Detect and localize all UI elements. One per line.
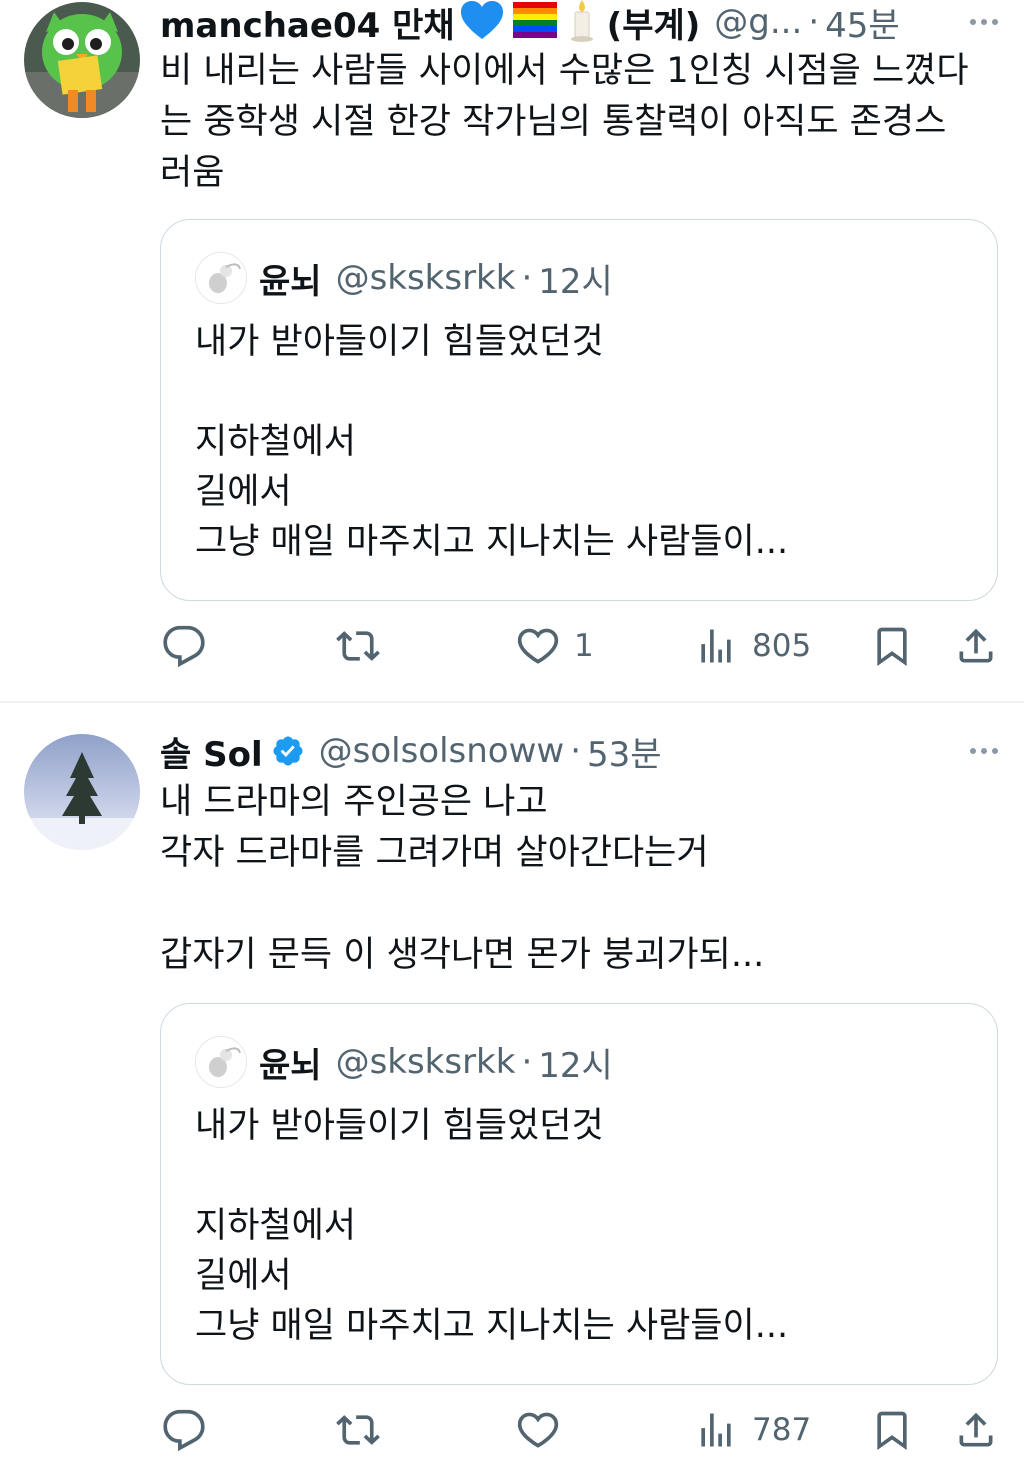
quote-handle: @sksksrkk: [335, 1042, 516, 1082]
timestamp[interactable]: 45분: [825, 0, 900, 47]
tweet-2[interactable]: 솔 Sol @solsolsnoww · 53분 내 드라마의 주인공은 나고 …: [0, 703, 1024, 1477]
tweet-header: manchae04 만채 (부계) @g... · 45분: [160, 0, 1000, 47]
repost-button[interactable]: [336, 618, 394, 674]
display-name[interactable]: 솔 Sol: [160, 727, 263, 776]
quoted-tweet[interactable]: 윤뇌 @sksksrkk · 12시 내가 받아들이기 힘들었던것 지하철에서 …: [160, 1003, 998, 1385]
reply-button[interactable]: [162, 1402, 220, 1458]
avatar-sol[interactable]: [24, 734, 140, 850]
text-line: 러움: [160, 153, 225, 193]
text-line: 내 드라마의 주인공은 나고: [160, 782, 548, 822]
view-count: 805: [752, 628, 812, 664]
share-icon: [959, 628, 993, 663]
bookmark-button[interactable]: [870, 1402, 914, 1458]
tweet-1[interactable]: manchae04 만채 (부계) @g... · 45분 비 내리는 사람들 …: [0, 0, 1024, 702]
avatar-manchae04[interactable]: [24, 2, 140, 118]
action-bar: 787: [160, 1402, 1000, 1458]
bookmark-icon: [877, 1411, 907, 1451]
reply-icon: [163, 625, 205, 668]
quote-handle: @sksksrkk: [335, 258, 516, 298]
rainbow-flag-icon: [512, 2, 557, 42]
timestamp[interactable]: 53분: [587, 727, 662, 776]
quote-text-line: 내가 받아들이기 힘들었던것: [195, 1106, 604, 1146]
views-icon: [701, 1413, 731, 1447]
quoted-tweet[interactable]: 윤뇌 @sksksrkk · 12시 내가 받아들이기 힘들었던것 지하철에서 …: [160, 219, 998, 601]
share-button[interactable]: [954, 618, 998, 674]
reply-icon: [163, 1409, 205, 1452]
separator: ·: [570, 731, 582, 771]
share-icon: [959, 1412, 993, 1447]
repost-icon: [336, 631, 380, 661]
more-icon[interactable]: [970, 731, 998, 771]
tweet-text: 비 내리는 사람들 사이에서 수많은 1인칭 시점을 느꼈다 는 중학생 시절 …: [160, 46, 1000, 199]
quote-display-name: 윤뇌: [259, 1045, 322, 1086]
repost-icon: [336, 1415, 380, 1445]
quote-avatar[interactable]: [195, 252, 247, 304]
display-name-suffix: (부계): [606, 5, 701, 46]
tweet-header: 솔 Sol @solsolsnoww · 53분: [160, 727, 1000, 776]
quote-display-name: 윤뇌: [259, 261, 322, 302]
candle-icon: [567, 0, 597, 46]
like-count: 1: [574, 628, 594, 664]
quote-text-line: 지하철에서: [195, 422, 357, 462]
tweet-text: 내 드라마의 주인공은 나고 각자 드라마를 그려가며 살아간다는거 갑자기 문…: [160, 777, 1000, 981]
user-handle[interactable]: @g...: [714, 2, 802, 42]
like-icon: [517, 1412, 559, 1448]
separator: ·: [521, 1042, 533, 1082]
text-line: 각자 드라마를 그려가며 살아간다는거: [160, 833, 709, 873]
text-line: [160, 879, 1000, 930]
quote-avatar[interactable]: [195, 1036, 247, 1088]
quote-header: 윤뇌 @sksksrkk · 12시: [195, 252, 613, 304]
quote-text-line: 길에서: [195, 1256, 292, 1296]
action-bar: 1 805: [160, 618, 1000, 674]
more-icon[interactable]: [970, 2, 998, 42]
views-button[interactable]: 805: [694, 618, 811, 674]
quote-text-line: 길에서: [195, 472, 292, 512]
quote-text-line: 지하철에서: [195, 1206, 357, 1246]
text-line: 는 중학생 시절 한강 작가님의 통찰력이 아직도 존경스: [160, 102, 947, 142]
quote-timestamp: 12시: [538, 1045, 613, 1086]
text-line: 비 내리는 사람들 사이에서 수많은 1인칭 시점을 느꼈다: [160, 51, 969, 91]
verified-icon: [273, 736, 303, 766]
like-button[interactable]: 1: [516, 618, 594, 674]
quote-text-line: 그냥 매일 마주치고 지나치는 사람들이...: [195, 522, 789, 562]
text-line: 갑자기 문득 이 생각나면 몬가 붕괴가되...: [160, 935, 765, 975]
separator: ·: [808, 2, 820, 42]
quote-text-line: 내가 받아들이기 힘들었던것: [195, 322, 604, 362]
quote-text-line: 그냥 매일 마주치고 지나치는 사람들이...: [195, 1306, 789, 1346]
views-icon: [701, 629, 731, 663]
share-button[interactable]: [954, 1402, 998, 1458]
quote-timestamp: 12시: [538, 261, 613, 302]
views-button[interactable]: 787: [694, 1402, 811, 1458]
repost-button[interactable]: [336, 1402, 394, 1458]
quote-header: 윤뇌 @sksksrkk · 12시: [195, 1036, 613, 1088]
blue-heart-icon: [459, 0, 505, 45]
user-handle[interactable]: @solsolsnoww: [319, 731, 565, 771]
separator: ·: [521, 258, 533, 298]
like-button[interactable]: [516, 1402, 574, 1458]
bookmark-icon: [877, 627, 907, 667]
bookmark-button[interactable]: [870, 618, 914, 674]
view-count: 787: [752, 1412, 812, 1448]
like-icon: [517, 628, 559, 664]
display-name[interactable]: manchae04 만채: [160, 0, 455, 47]
reply-button[interactable]: [162, 618, 220, 674]
